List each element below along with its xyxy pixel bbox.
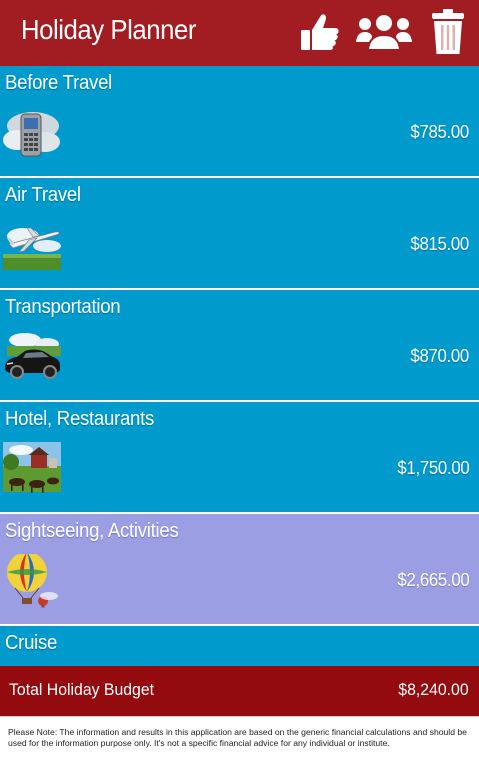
category-amount: $2,665.00 bbox=[397, 570, 469, 590]
trash-icon[interactable] bbox=[429, 8, 467, 56]
airplane-image bbox=[3, 218, 61, 274]
phone-on-clouds-image bbox=[3, 106, 61, 162]
farm-landscape-image bbox=[3, 442, 61, 498]
hot-air-balloon-image bbox=[3, 552, 61, 610]
category-item-hotel-restaurants[interactable]: Hotel, Restaurants $1,750.00 bbox=[0, 402, 479, 512]
category-item-air-travel[interactable]: Air Travel $815.00 bbox=[0, 178, 479, 288]
users-icon[interactable] bbox=[355, 8, 413, 56]
total-budget-bar: Total Holiday Budget $8,240.00 bbox=[0, 666, 479, 716]
budget-category-list: Before Travel $785.00 Air Travel $815.00… bbox=[0, 66, 479, 666]
thumbs-up-icon[interactable] bbox=[299, 8, 341, 56]
category-label: Before Travel bbox=[5, 72, 112, 94]
app-header: Holiday Planner bbox=[0, 0, 479, 66]
category-amount: $785.00 bbox=[410, 122, 469, 142]
car-image bbox=[3, 330, 61, 386]
category-label: Hotel, Restaurants bbox=[5, 408, 155, 430]
category-amount: $870.00 bbox=[410, 346, 469, 366]
total-budget-value: $8,240.00 bbox=[398, 680, 469, 699]
category-amount: $815.00 bbox=[410, 234, 469, 254]
category-label: Sightseeing, Activities bbox=[5, 520, 179, 542]
category-item-before-travel[interactable]: Before Travel $785.00 bbox=[0, 66, 479, 176]
total-budget-label: Total Holiday Budget bbox=[9, 680, 155, 699]
category-item-sightseeing-activities[interactable]: Sightseeing, Activities $2,665.00 bbox=[0, 514, 479, 624]
category-item-cruise[interactable]: Cruise bbox=[0, 626, 479, 666]
category-label: Cruise bbox=[5, 632, 58, 654]
disclaimer-note: Please Note: The information and results… bbox=[0, 716, 479, 761]
category-amount: $1,750.00 bbox=[397, 458, 469, 478]
category-label: Transportation bbox=[5, 296, 121, 318]
category-label: Air Travel bbox=[5, 184, 81, 206]
app-title: Holiday Planner bbox=[21, 14, 196, 45]
category-item-transportation[interactable]: Transportation $870.00 bbox=[0, 290, 479, 400]
